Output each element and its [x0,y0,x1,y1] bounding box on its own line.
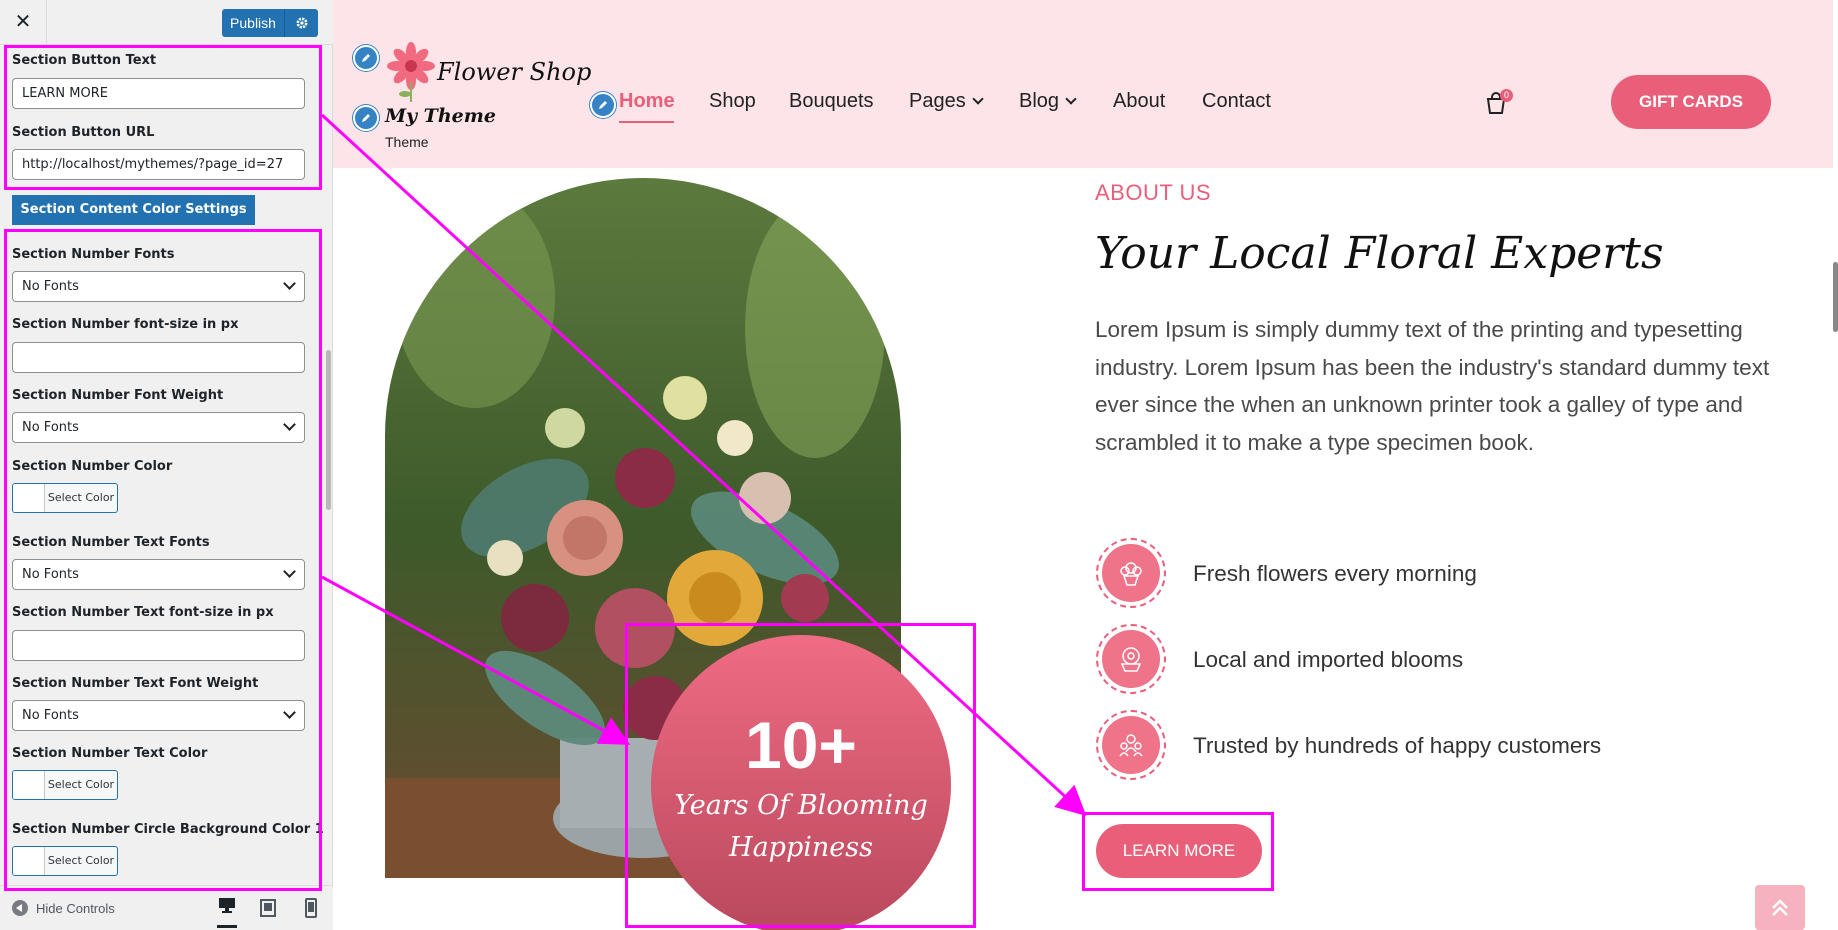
double-chevron-up-icon [1772,898,1788,916]
publish-label[interactable]: Publish [222,9,284,37]
desktop-preview-icon[interactable] [217,895,237,928]
chevron-down-icon [972,93,984,105]
annotation-box-button-settings [4,45,322,190]
close-button[interactable]: ✕ [0,0,47,45]
edit-pencil-icon[interactable] [353,45,379,71]
mobile-preview-icon[interactable] [301,898,321,918]
feature-text: Fresh flowers every morning [1193,561,1477,586]
nav-bouquets[interactable]: Bouquets [789,90,874,113]
annotation-box-learn-more [1082,812,1274,891]
nav-contact[interactable]: Contact [1202,90,1271,113]
annotation-box-years-circle [625,623,976,928]
hide-controls-label[interactable]: Hide Controls [36,901,115,916]
nav-about[interactable]: About [1113,90,1165,113]
publish-button[interactable]: Publish [222,9,318,37]
color-settings-button[interactable]: Section Content Color Settings [12,195,255,225]
collapse-icon[interactable] [12,900,28,916]
site-name[interactable]: My Theme [385,105,496,127]
about-label: ABOUT US [1095,180,1212,205]
site-preview: Flower Shop My Theme Theme Home Shop Bou… [333,0,1838,930]
nav-shop[interactable]: Shop [709,90,756,113]
annotation-box-number-settings [4,229,322,891]
site-tagline: Theme [385,134,429,150]
customers-feature-icon [1096,710,1166,780]
nav-home[interactable]: Home [619,90,675,113]
feature-text: Trusted by hundreds of happy customers [1193,733,1602,758]
gear-icon[interactable] [285,9,318,37]
edit-pencil-icon[interactable] [590,92,616,118]
customizer-footer: Hide Controls [0,885,333,930]
gift-cards-button[interactable]: GIFT CARDS [1611,75,1771,129]
customizer-header: ✕ Publish [0,0,333,45]
nav-pages-label[interactable]: Pages [909,90,966,112]
tablet-preview-icon[interactable] [258,898,278,918]
site-header: Flower Shop My Theme Theme Home Shop Bou… [333,0,1833,168]
nav-pages[interactable]: Pages [909,90,984,113]
bouquet-feature-icon [1096,538,1166,608]
flower-basket-feature-icon [1096,624,1166,694]
nav-blog-label[interactable]: Blog [1019,90,1059,112]
chevron-down-icon [1065,93,1077,105]
feature-text: Local and imported blooms [1193,647,1464,672]
flower-logo-icon [385,42,437,104]
about-heading: Your Local Floral Experts [1095,228,1664,279]
hide-controls-button[interactable]: Hide Controls [12,900,115,916]
edit-pencil-icon[interactable] [353,105,379,131]
panel-scrollbar[interactable] [326,350,331,510]
nav-blog[interactable]: Blog [1019,90,1077,113]
scroll-to-top-button[interactable] [1755,885,1805,930]
nav-active-underline [619,121,674,123]
preview-scrollbar[interactable] [1833,262,1838,332]
about-paragraph: Lorem Ipsum is simply dummy text of the … [1095,317,1770,455]
logo-title[interactable]: Flower Shop [437,58,591,86]
cart-count-badge: 0 [1500,89,1513,102]
